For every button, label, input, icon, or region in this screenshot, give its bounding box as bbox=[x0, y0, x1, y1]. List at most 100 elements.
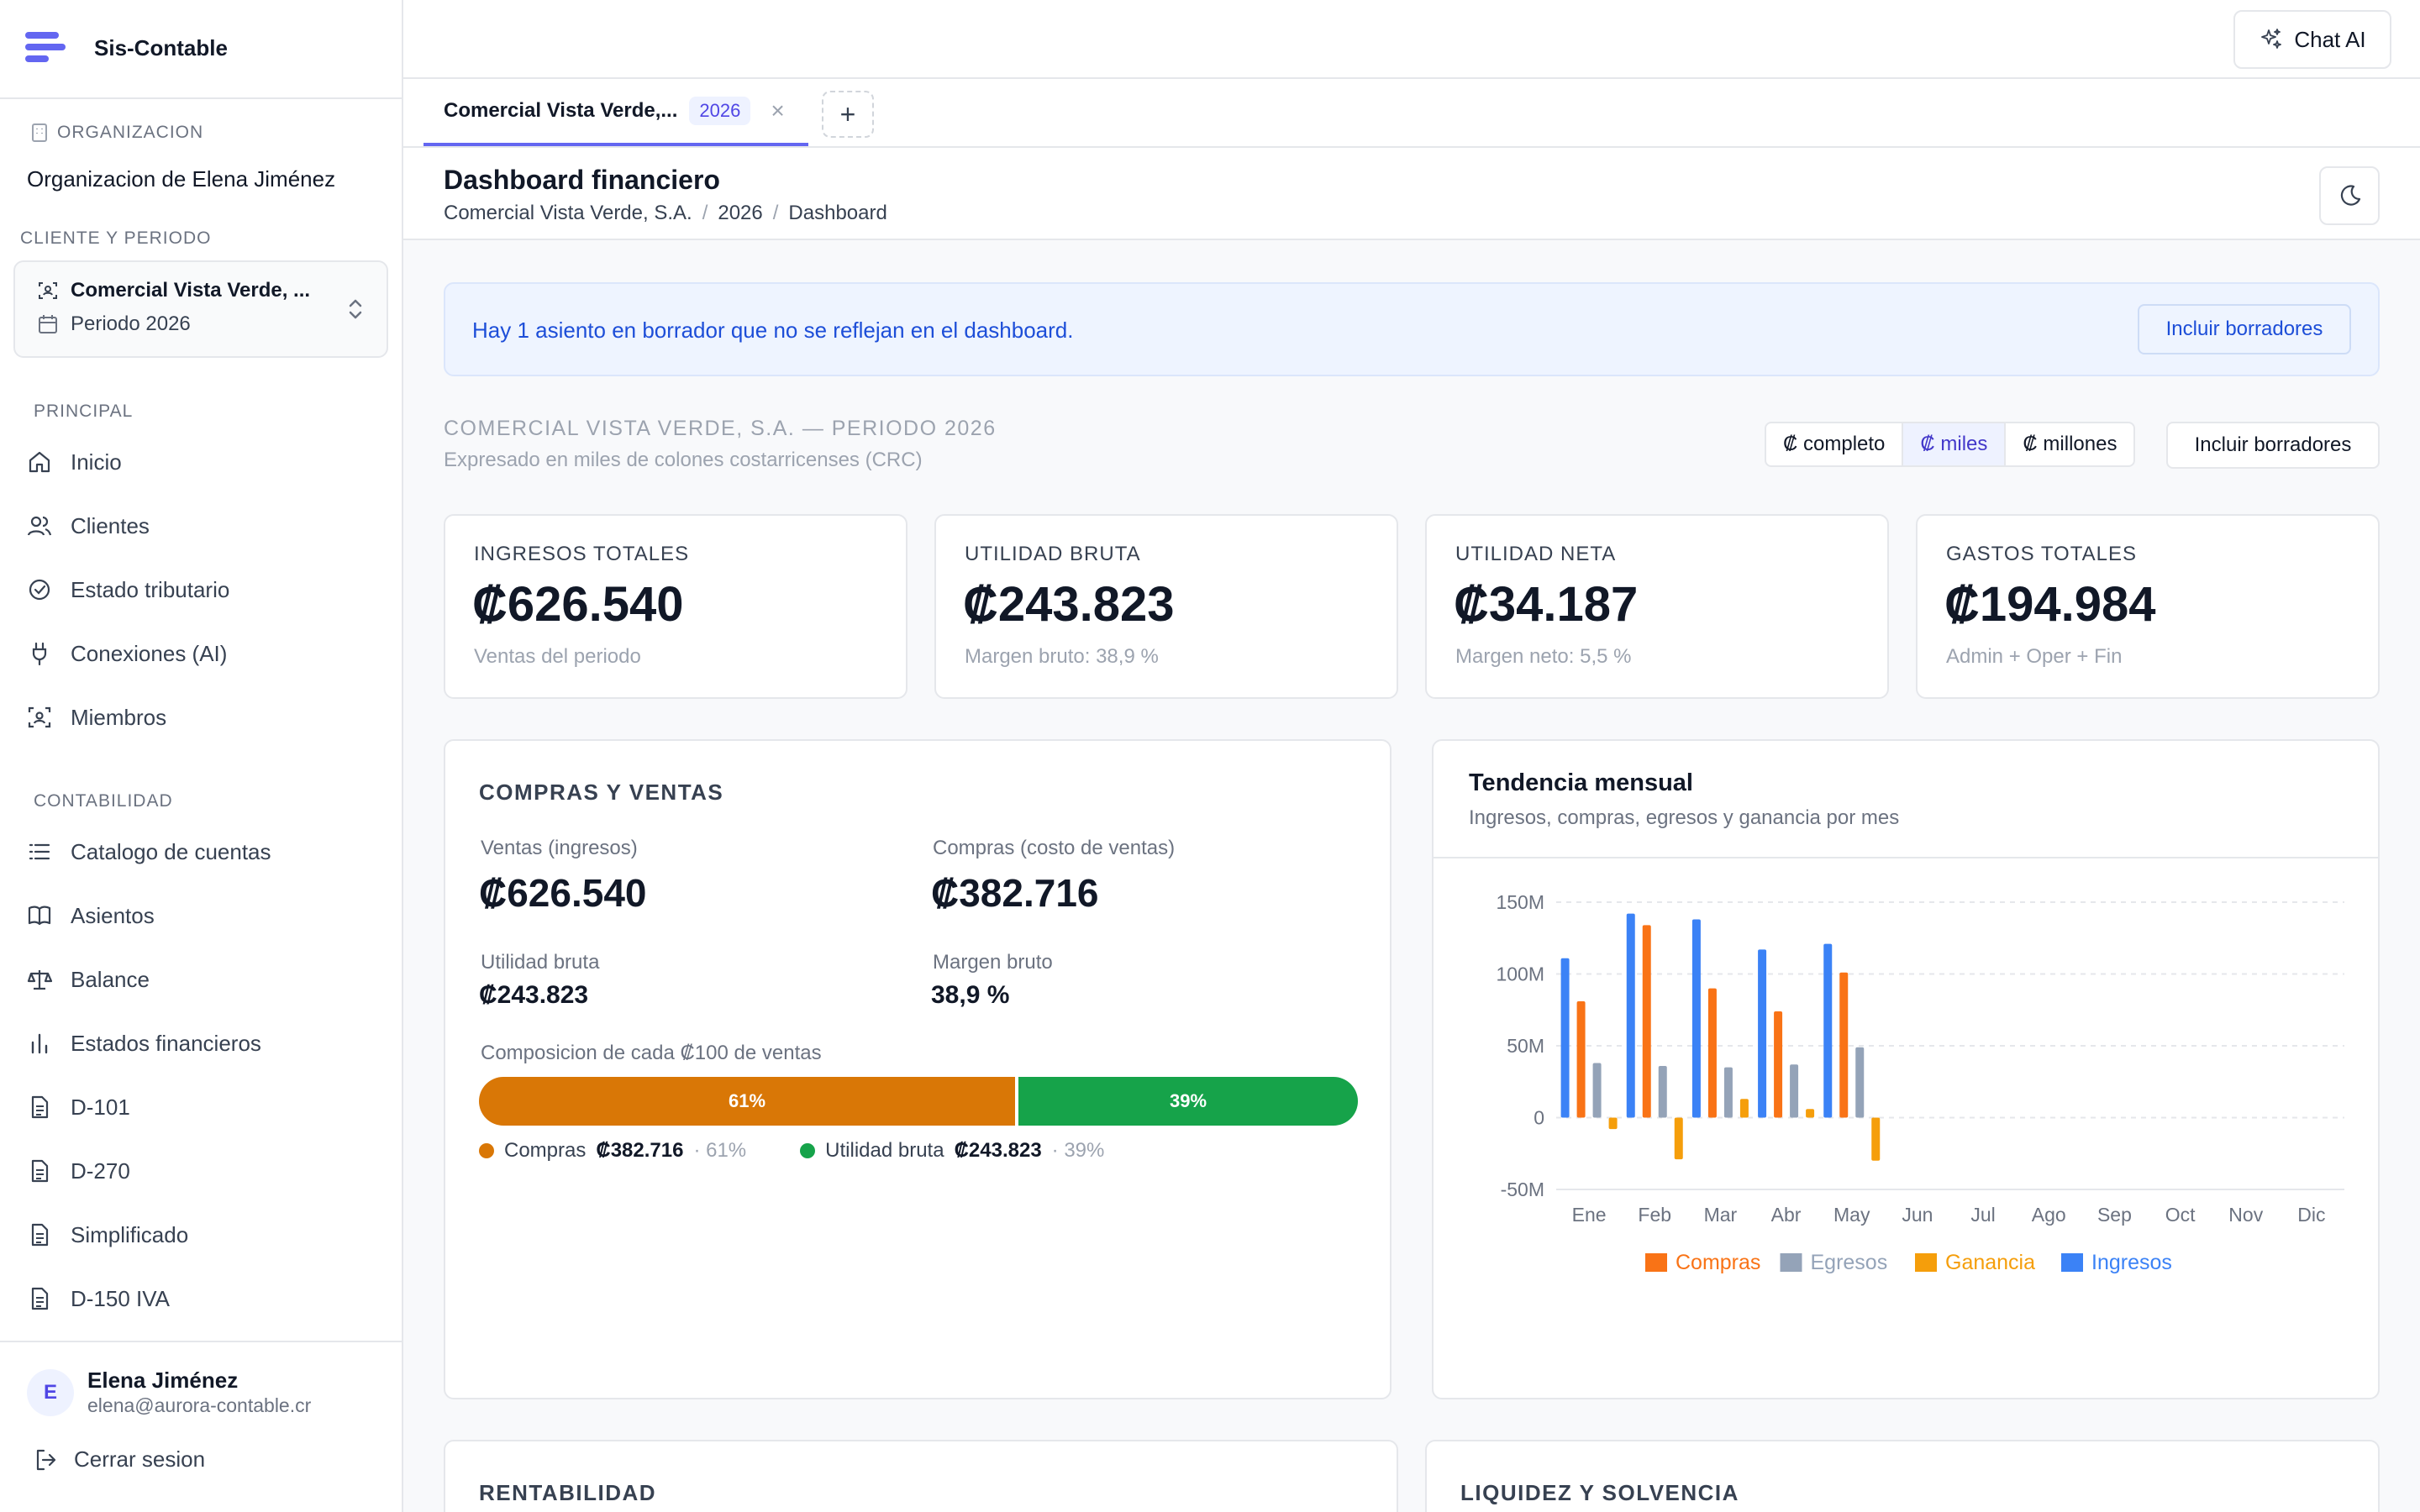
chat-ai-button[interactable]: Chat AI bbox=[2233, 10, 2391, 69]
divider bbox=[0, 97, 403, 99]
bar-egresos-mar bbox=[1723, 1067, 1733, 1118]
nav-label: Catalogo de cuentas bbox=[71, 838, 271, 864]
nav-item-clientes[interactable]: Clientes bbox=[27, 502, 380, 549]
nav-item-asientos[interactable]: Asientos bbox=[27, 892, 380, 939]
nav-item-balance[interactable]: Balance bbox=[27, 956, 380, 1003]
kpi-card-ingresos: INGRESOS TOTALES ₡626.540 Ventas del per… bbox=[444, 514, 908, 699]
bar-compras-ene bbox=[1576, 1000, 1586, 1118]
bar-compras-feb bbox=[1642, 925, 1651, 1118]
y-tick-label: 100M bbox=[1496, 963, 1544, 985]
margen-value: 38,9 % bbox=[931, 981, 1010, 1009]
page-title: Dashboard financiero bbox=[444, 165, 720, 195]
unit-option-completo[interactable]: ₡ completo bbox=[1766, 423, 1904, 465]
nav-label: D-270 bbox=[71, 1158, 130, 1184]
unit-option-miles[interactable]: ₡ miles bbox=[1903, 423, 2007, 465]
nav-item-conexiones[interactable]: Conexiones (AI) bbox=[27, 630, 380, 677]
y-tick-label: 50M bbox=[1507, 1035, 1544, 1057]
nav-label: Estados financieros bbox=[71, 1030, 261, 1056]
unit-option-millones[interactable]: ₡ millones bbox=[2006, 423, 2133, 465]
nav-label: Asientos bbox=[71, 902, 155, 928]
tab-year-badge: 2026 bbox=[689, 97, 751, 125]
user-area: E Elena Jiménez elena@aurora-contable.cr… bbox=[0, 1341, 403, 1512]
x-tick-label: Jul bbox=[1970, 1204, 1995, 1226]
include-drafts-alert-button[interactable]: Incluir borradores bbox=[2138, 304, 2351, 354]
legend-label-compras: Compras bbox=[1676, 1251, 1760, 1274]
compras-value: ₡382.716 bbox=[931, 871, 1099, 915]
kpi-value: ₡34.187 bbox=[1454, 577, 1639, 632]
x-tick-label: Ago bbox=[2032, 1204, 2066, 1226]
add-tab-button[interactable]: + bbox=[822, 91, 874, 138]
org-name[interactable]: Organizacion de Elena Jiménez bbox=[27, 166, 335, 192]
ventas-label: Ventas (ingresos) bbox=[481, 837, 638, 859]
client-period-label: CLIENTE Y PERIODO bbox=[20, 228, 212, 248]
close-icon[interactable]: × bbox=[771, 97, 784, 124]
x-tick-label: Nov bbox=[2228, 1204, 2263, 1226]
tab-client[interactable]: Comercial Vista Verde,... 2026 × bbox=[424, 79, 808, 146]
kpi-card-utilidad-bruta: UTILIDAD BRUTA ₡243.823 Margen bruto: 38… bbox=[934, 514, 1398, 699]
theme-toggle-button[interactable] bbox=[2319, 166, 2380, 225]
nav-item-miembros[interactable]: Miembros bbox=[27, 694, 380, 741]
logo-icon bbox=[25, 29, 66, 69]
nav-item-d270[interactable]: D-270 bbox=[27, 1147, 380, 1194]
x-tick-label: Dic bbox=[2297, 1204, 2325, 1226]
legend-compras-pct: · 61% bbox=[693, 1139, 747, 1162]
nav-item-d101[interactable]: D-101 bbox=[27, 1084, 380, 1131]
bar-ingresos-mar bbox=[1691, 919, 1701, 1118]
utilidad-dot bbox=[800, 1143, 816, 1158]
breadcrumb-separator: / bbox=[772, 202, 779, 224]
contabilidad-label: CONTABILIDAD bbox=[34, 791, 173, 811]
include-drafts-button[interactable]: Incluir borradores bbox=[2166, 422, 2380, 469]
kpi-label: INGRESOS TOTALES bbox=[474, 543, 690, 565]
nav-label: Conexiones (AI) bbox=[71, 640, 228, 666]
x-tick-label: Oct bbox=[2165, 1204, 2196, 1226]
document-icon bbox=[31, 1287, 49, 1310]
topbar: Chat AI bbox=[403, 0, 2420, 79]
bar-ganancia-feb bbox=[1674, 1117, 1683, 1160]
card-title: RENTABILIDAD bbox=[479, 1480, 657, 1505]
margen-label: Margen bruto bbox=[933, 951, 1053, 974]
nav-item-estado-tributario[interactable]: Estado tributario bbox=[27, 566, 380, 613]
x-tick-label: Mar bbox=[1704, 1204, 1738, 1226]
nav-item-inicio[interactable]: Inicio bbox=[27, 438, 380, 486]
logout-button[interactable]: Cerrar sesion bbox=[34, 1446, 205, 1473]
list-icon bbox=[29, 843, 50, 860]
period-row: Periodo 2026 bbox=[37, 312, 191, 336]
nav-label: D-101 bbox=[71, 1094, 130, 1120]
calendar-icon bbox=[39, 315, 57, 333]
bar-egresos-feb bbox=[1658, 1065, 1667, 1118]
chevrons-up-down-icon bbox=[349, 299, 362, 319]
client-period-selector[interactable]: Comercial Vista Verde, ... Periodo 2026 bbox=[13, 260, 388, 358]
drafts-alert: Hay 1 asiento en borrador que no se refl… bbox=[444, 282, 2380, 376]
y-tick-label: 0 bbox=[1534, 1107, 1544, 1129]
legend-swatch-egresos bbox=[1780, 1253, 1802, 1272]
avatar[interactable]: E bbox=[27, 1369, 74, 1416]
card-title: LIQUIDEZ Y SOLVENCIA bbox=[1460, 1480, 1739, 1505]
x-tick-label: Feb bbox=[1638, 1204, 1671, 1226]
legend-label-ganancia: Ganancia bbox=[1945, 1251, 2035, 1274]
breadcrumb-client[interactable]: Comercial Vista Verde, S.A. bbox=[444, 202, 692, 225]
legend-swatch-ingresos bbox=[2061, 1253, 2083, 1272]
kpi-value: ₡194.984 bbox=[1944, 577, 2156, 632]
nav-item-simplificado[interactable]: Simplificado bbox=[27, 1211, 380, 1258]
nav-item-catalogo[interactable]: Catalogo de cuentas bbox=[27, 828, 380, 875]
composition-legend: Compras ₡382.716 · 61% Utilidad bruta ₡2… bbox=[479, 1139, 1104, 1163]
home-icon bbox=[29, 451, 50, 473]
nav-item-d150-iva[interactable]: D-150 IVA bbox=[27, 1275, 380, 1322]
bar-ingresos-abr bbox=[1758, 949, 1767, 1118]
brand[interactable] bbox=[25, 24, 66, 74]
nav-item-estados-financieros[interactable]: Estados financieros bbox=[27, 1020, 380, 1067]
x-tick-label: Jun bbox=[1902, 1204, 1933, 1226]
bar-ganancia-mar bbox=[1739, 1099, 1749, 1118]
breadcrumb-period[interactable]: 2026 bbox=[718, 202, 762, 225]
tab-title: Comercial Vista Verde,... bbox=[444, 99, 678, 122]
nav-label: Miembros bbox=[71, 704, 167, 730]
book-icon bbox=[28, 906, 51, 926]
bar-compras-abr bbox=[1774, 1011, 1783, 1118]
nav-label: Balance bbox=[71, 966, 150, 992]
composicion-label: Composicion de cada ₡100 de ventas bbox=[481, 1042, 822, 1064]
user-name: Elena Jiménez bbox=[87, 1368, 239, 1393]
ventas-value: ₡626.540 bbox=[479, 871, 647, 915]
nav-label: Clientes bbox=[71, 512, 150, 538]
users-icon bbox=[27, 516, 52, 536]
card-title: COMPRAS Y VENTAS bbox=[479, 780, 724, 805]
